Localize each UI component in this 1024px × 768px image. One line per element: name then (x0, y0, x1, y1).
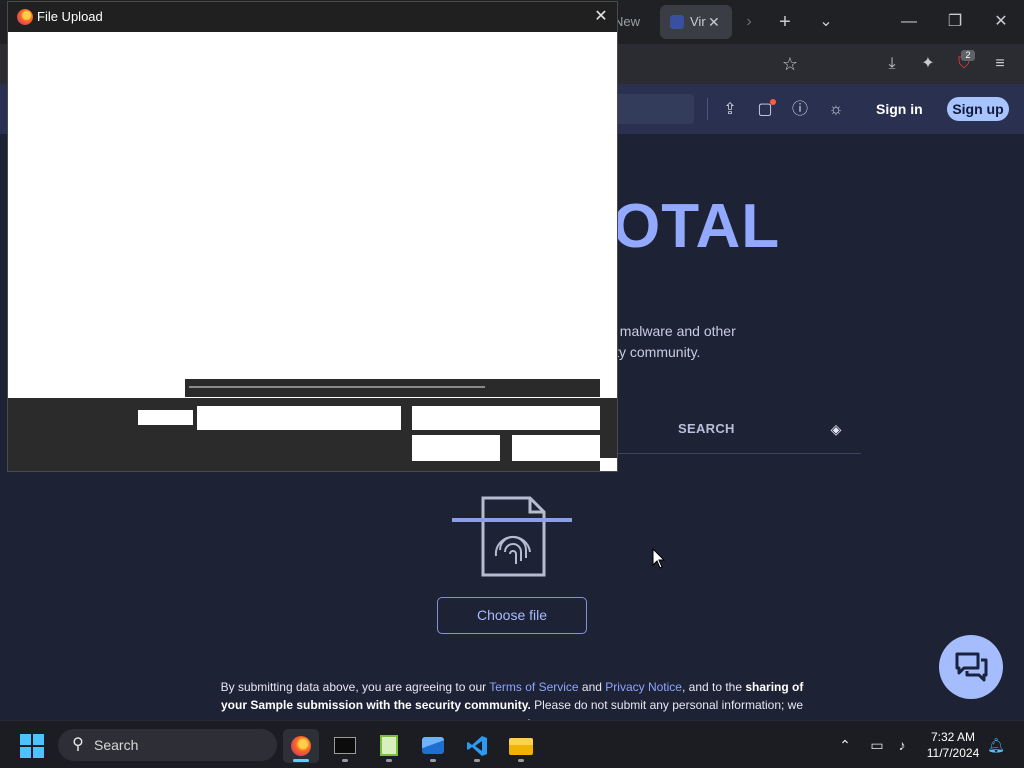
tab-virustotal[interactable]: Vir ✕ (660, 5, 732, 39)
terms-notice: By submitting data above, you are agreei… (220, 678, 804, 720)
terms-text-3: , and to the (681, 680, 746, 694)
dialog-close-icon[interactable]: ✕ (590, 6, 612, 28)
dialog-scrollbar[interactable] (189, 386, 485, 388)
taskbar-search-placeholder: Search (94, 737, 139, 753)
photos-icon (422, 737, 444, 754)
running-indicator (474, 759, 480, 762)
tab-underline (612, 453, 861, 454)
bookmark-star-icon[interactable]: ☆ (779, 54, 801, 74)
header-divider (707, 98, 708, 120)
folder-icon (509, 738, 533, 755)
upload-icon[interactable]: ⇪ (720, 100, 740, 120)
help-icon[interactable]: ⓘ (790, 100, 810, 120)
sign-in-link[interactable]: Sign in (876, 99, 923, 119)
file-name-label-placeholder (138, 410, 193, 425)
minimize-icon[interactable]: — (898, 12, 920, 32)
chevron-right-icon[interactable]: › (738, 12, 760, 32)
taskbar-app-file-explorer[interactable] (503, 729, 539, 763)
firefox-icon (17, 9, 33, 25)
windows-start-button[interactable] (20, 734, 44, 758)
clock-time: 7:32 AM (930, 730, 976, 744)
description-line-1: t malware and other (612, 323, 736, 339)
running-indicator (342, 759, 348, 762)
dialog-title-bar[interactable]: File Upload ✕ (8, 2, 617, 32)
volume-muted-icon[interactable]: ♪ (892, 735, 912, 755)
cancel-button[interactable] (512, 435, 600, 461)
downloads-icon[interactable]: ⤓ (881, 54, 903, 74)
taskbar-app-firefox[interactable] (283, 729, 319, 763)
open-button[interactable] (412, 435, 500, 461)
sign-up-button[interactable]: Sign up (947, 97, 1009, 121)
running-indicator (430, 759, 436, 762)
running-indicator (293, 759, 309, 762)
dialog-title: File Upload (37, 9, 103, 24)
close-window-icon[interactable]: ✕ (990, 12, 1012, 32)
taskbar-app-vscode[interactable] (459, 729, 495, 763)
terms-of-service-link[interactable]: Terms of Service (489, 680, 578, 694)
start-logo-pane (20, 747, 31, 758)
notifications-bell-icon[interactable]: 🔔︎ (986, 735, 1006, 755)
extension-badge: 2 (961, 50, 975, 61)
start-logo-pane (33, 734, 44, 745)
chat-support-button[interactable] (939, 635, 1003, 699)
tab-label: Vir (690, 14, 706, 29)
windows-taskbar: ⚲ Search ⌃ ▭ ♪ 7:32 AM 11/7/2024 🔔︎ (0, 720, 1024, 768)
running-indicator (518, 759, 524, 762)
taskbar-app-terminal[interactable] (327, 729, 363, 763)
mouse-pointer-icon (652, 548, 666, 569)
file-type-select[interactable] (412, 406, 600, 430)
restore-icon[interactable]: ❐ (944, 12, 966, 32)
system-clock[interactable]: 7:32 AM 11/7/2024 (922, 729, 984, 761)
virustotal-favicon-icon (670, 15, 684, 29)
file-name-input[interactable] (197, 406, 401, 430)
extensions-puzzle-icon[interactable]: ✦ (917, 54, 939, 74)
file-upload-dialog: File Upload ✕ (7, 1, 618, 472)
tab-search[interactable]: SEARCH (678, 421, 735, 437)
chat-bubbles-icon (955, 652, 988, 682)
terminal-icon (334, 737, 356, 754)
taskbar-app-notepad-plus-plus[interactable] (371, 729, 407, 763)
terms-text-2: and (578, 680, 606, 694)
firefox-icon (291, 736, 311, 756)
dialog-footer (8, 398, 617, 471)
start-logo-pane (33, 747, 44, 758)
notepad-plus-plus-icon (380, 735, 398, 756)
dialog-content-area[interactable] (8, 32, 617, 398)
terms-text-4: Please do not submit any personal inform… (493, 698, 803, 720)
fingerprint-file-icon (452, 496, 572, 577)
close-tab-icon[interactable]: ✕ (708, 5, 720, 39)
description-line-2: ity community. (612, 344, 701, 360)
taskbar-app-photos[interactable] (415, 729, 451, 763)
theme-toggle-icon[interactable]: ☼ (826, 100, 846, 120)
resize-grip[interactable] (600, 458, 617, 471)
terms-text-1: By submitting data above, you are agreei… (220, 680, 490, 694)
clock-date: 11/7/2024 (926, 746, 980, 760)
taskbar-search-box[interactable]: ⚲ Search (58, 729, 277, 761)
privacy-notice-link[interactable]: Privacy Notice (605, 680, 682, 694)
virustotal-logo-text: OTAL (612, 192, 781, 261)
show-hidden-icons-chevron-up-icon[interactable]: ⌃ (835, 735, 855, 755)
choose-file-button[interactable]: Choose file (437, 597, 587, 634)
vscode-icon (467, 736, 487, 756)
tab-list-chevron-down-icon[interactable]: ⌄ (815, 12, 837, 32)
dialog-strip (185, 379, 600, 397)
network-icon[interactable]: ▭ (867, 735, 887, 755)
app-menu-icon[interactable]: ≡ (989, 54, 1011, 74)
start-logo-pane (20, 734, 31, 745)
vt-intelligence-icon[interactable]: ◈ (826, 420, 846, 438)
search-icon: ⚲ (72, 736, 84, 753)
new-tab-plus-icon[interactable]: + (774, 12, 796, 32)
running-indicator (386, 759, 392, 762)
notification-dot (770, 99, 776, 105)
